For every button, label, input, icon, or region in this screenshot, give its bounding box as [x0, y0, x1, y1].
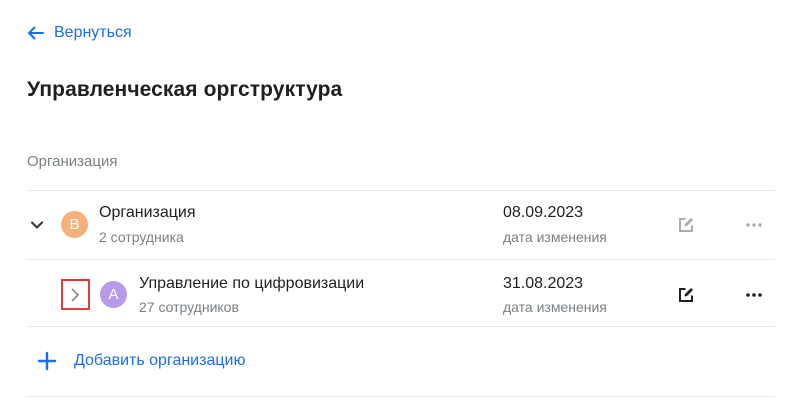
edit-icon: [679, 288, 693, 302]
org-row[interactable]: В Организация 2 сотрудника 08.09.2023 да…: [27, 191, 775, 257]
section-label: Организация: [27, 153, 118, 170]
chevron-down-icon: [30, 221, 44, 229]
chevron-right-icon: [71, 288, 79, 302]
page-title: Управленческая оргструктура: [27, 78, 343, 101]
arrow-left-icon: [28, 26, 44, 40]
org-name: Управление по цифровизации: [139, 275, 365, 292]
employee-count: 27 сотрудников: [139, 299, 239, 315]
modified-date-label: дата изменения: [503, 299, 607, 315]
more-horizontal-icon: [746, 293, 762, 297]
avatar: А: [100, 281, 127, 308]
divider: [27, 326, 775, 327]
add-organization-button[interactable]: Добавить организацию: [37, 349, 245, 373]
edit-button[interactable]: [674, 213, 698, 237]
add-organization-label: Добавить организацию: [74, 352, 246, 369]
org-name: Организация: [99, 204, 196, 221]
modified-date-label: дата изменения: [503, 229, 607, 245]
divider: [27, 396, 775, 397]
collapse-toggle[interactable]: [29, 217, 45, 233]
org-row[interactable]: А Управление по цифровизации 27 сотрудни…: [27, 260, 775, 326]
modified-date: 08.09.2023: [503, 204, 584, 221]
edit-icon: [679, 218, 693, 232]
plus-icon: [37, 351, 57, 371]
employee-count: 2 сотрудника: [99, 229, 184, 245]
more-button[interactable]: [742, 213, 766, 237]
edit-button[interactable]: [674, 283, 698, 307]
back-link-label: Вернуться: [54, 24, 132, 41]
modified-date: 31.08.2023: [503, 275, 584, 292]
back-link[interactable]: Вернуться: [27, 23, 132, 43]
avatar: В: [61, 211, 88, 238]
more-horizontal-icon: [746, 223, 762, 227]
more-button[interactable]: [742, 283, 766, 307]
expand-toggle[interactable]: [68, 287, 82, 303]
